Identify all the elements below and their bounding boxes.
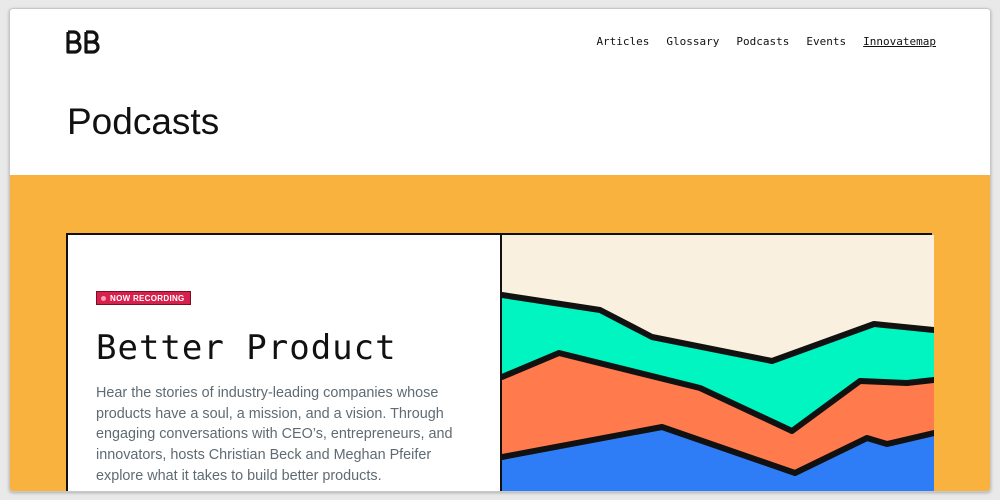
podcast-title[interactable]: Better Product: [96, 328, 397, 368]
bb-logo[interactable]: [66, 30, 104, 54]
nav-podcasts[interactable]: Podcasts: [736, 35, 789, 48]
featured-podcast-card[interactable]: NOW RECORDING Better Product Hear the st…: [66, 233, 934, 491]
nav-events[interactable]: Events: [806, 35, 846, 48]
main-nav: Articles Glossary Podcasts Events Innova…: [596, 35, 936, 48]
podcast-artwork: [502, 235, 934, 491]
podcast-description: Hear the stories of industry-leading com…: [96, 385, 453, 484]
card-text-panel: NOW RECORDING Better Product Hear the st…: [68, 235, 500, 491]
badge-label: NOW RECORDING: [110, 293, 185, 303]
site-header: Articles Glossary Podcasts Events Innova…: [10, 9, 990, 175]
featured-band: NOW RECORDING Better Product Hear the st…: [10, 175, 990, 491]
page-title: Podcasts: [67, 101, 220, 142]
nav-glossary[interactable]: Glossary: [666, 35, 719, 48]
nav-innovatemap[interactable]: Innovatemap: [863, 35, 936, 48]
now-recording-badge: NOW RECORDING: [96, 291, 191, 305]
browser-window: Articles Glossary Podcasts Events Innova…: [9, 8, 991, 492]
recording-dot-icon: [101, 295, 106, 301]
nav-articles[interactable]: Articles: [596, 35, 649, 48]
